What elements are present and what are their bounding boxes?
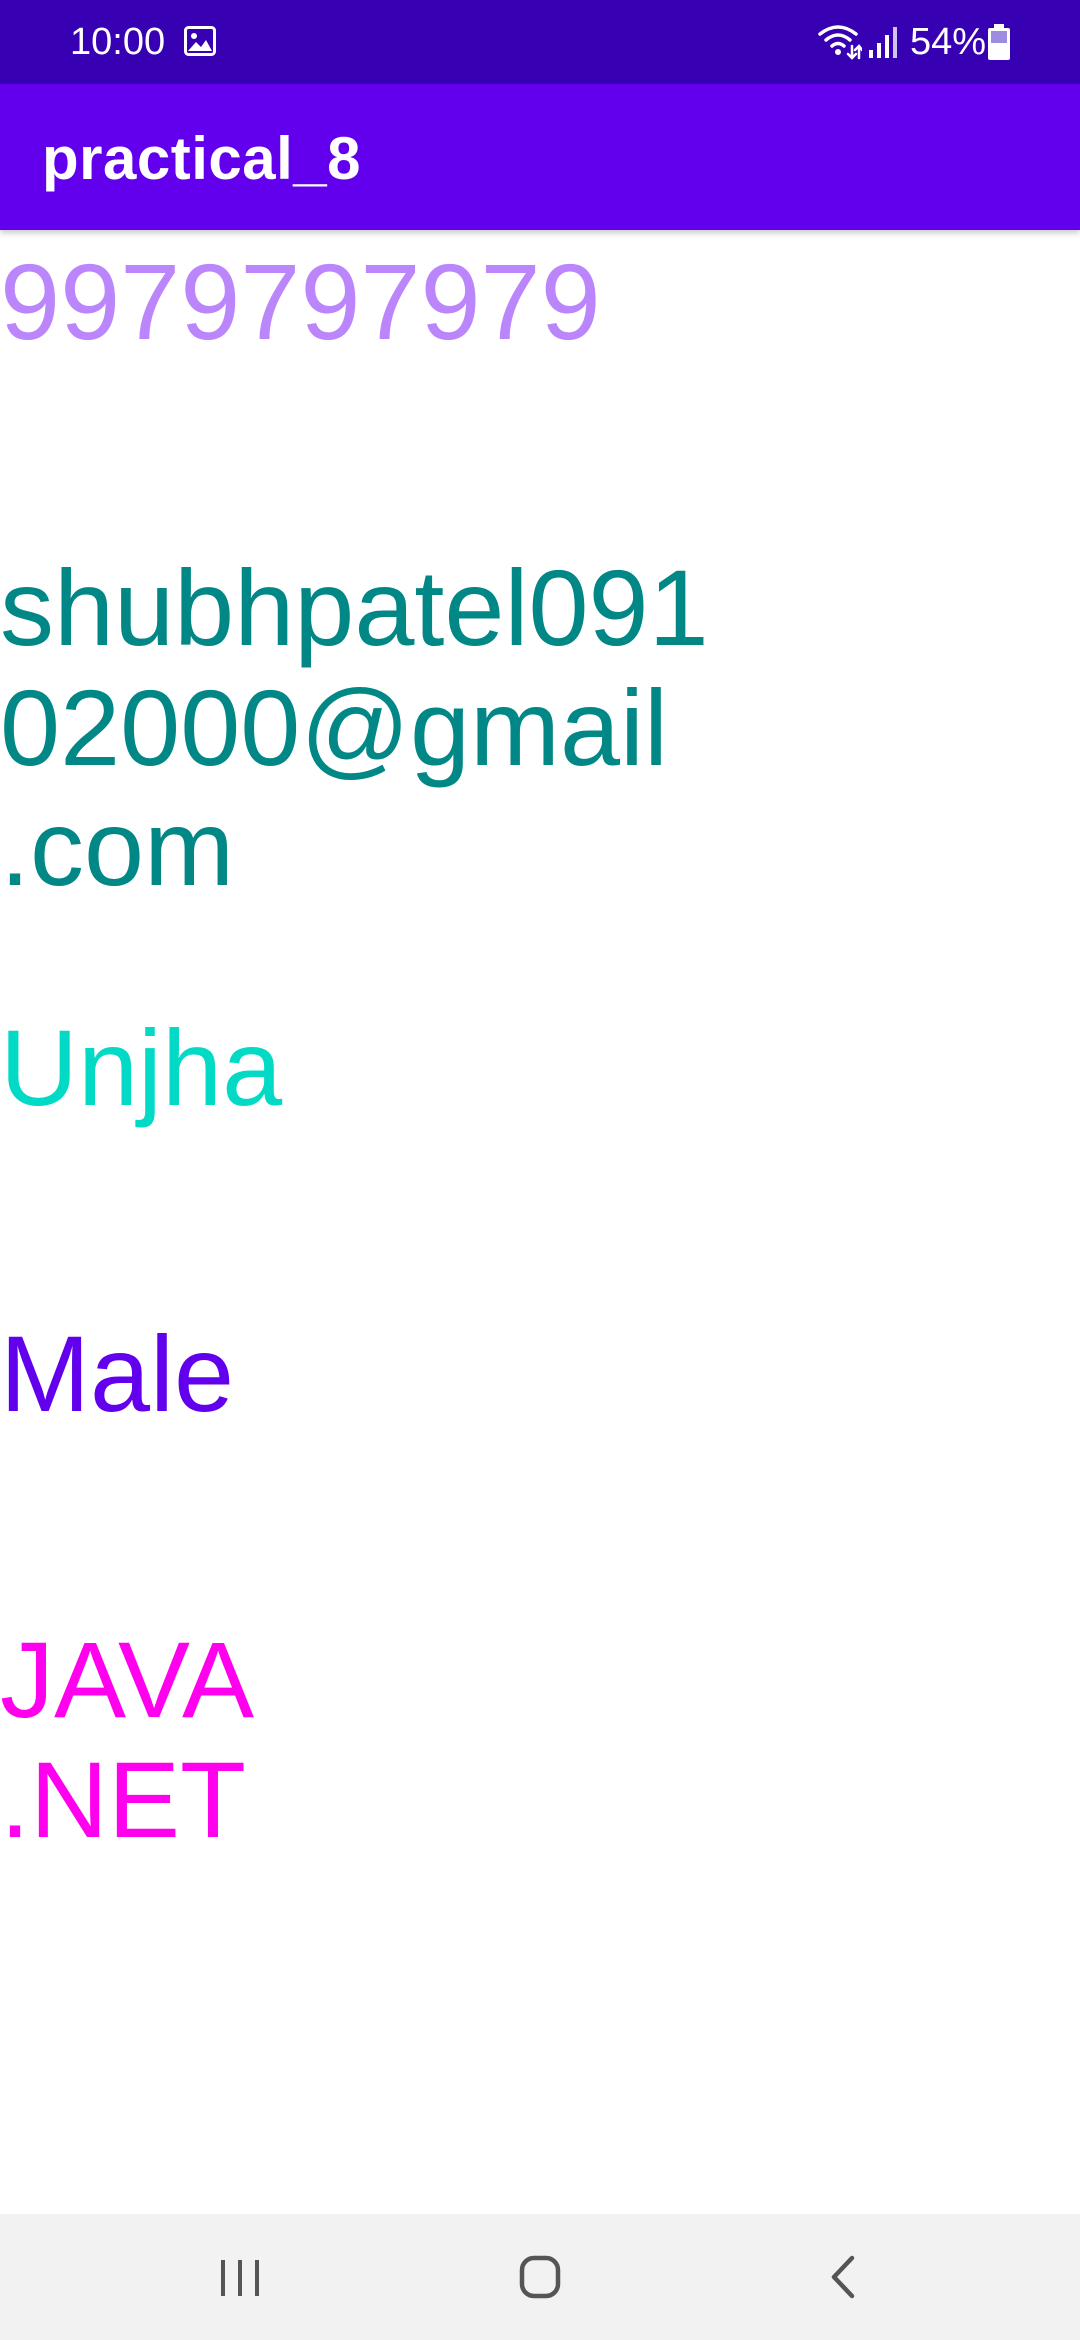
- app-bar: practical_8: [0, 84, 1080, 230]
- home-icon[interactable]: [505, 2244, 575, 2310]
- languages-text: JAVA .NET: [0, 1619, 255, 1860]
- status-time: 10:00: [70, 21, 166, 63]
- app-screen: 10:00 54% practical_8 9979797979 shubhpa…: [0, 0, 1080, 2340]
- app-title: practical_8: [42, 125, 362, 192]
- battery-icon: [988, 24, 1010, 60]
- gallery-icon: [184, 26, 216, 56]
- wifi-icon: [818, 25, 862, 60]
- navigation-bar: [0, 2214, 1080, 2340]
- email-text: shubhpatel091 02000@gmail .com: [0, 547, 709, 908]
- status-bar: 10:00 54%: [0, 0, 1080, 84]
- gender-text: Male: [0, 1313, 235, 1434]
- signal-icon: [869, 27, 897, 58]
- back-icon[interactable]: [808, 2244, 878, 2310]
- battery-percent: 54%: [910, 21, 987, 63]
- city-text: Unjha: [0, 1007, 283, 1128]
- phone-text: 9979797979: [0, 241, 601, 362]
- recents-icon[interactable]: [205, 2244, 275, 2310]
